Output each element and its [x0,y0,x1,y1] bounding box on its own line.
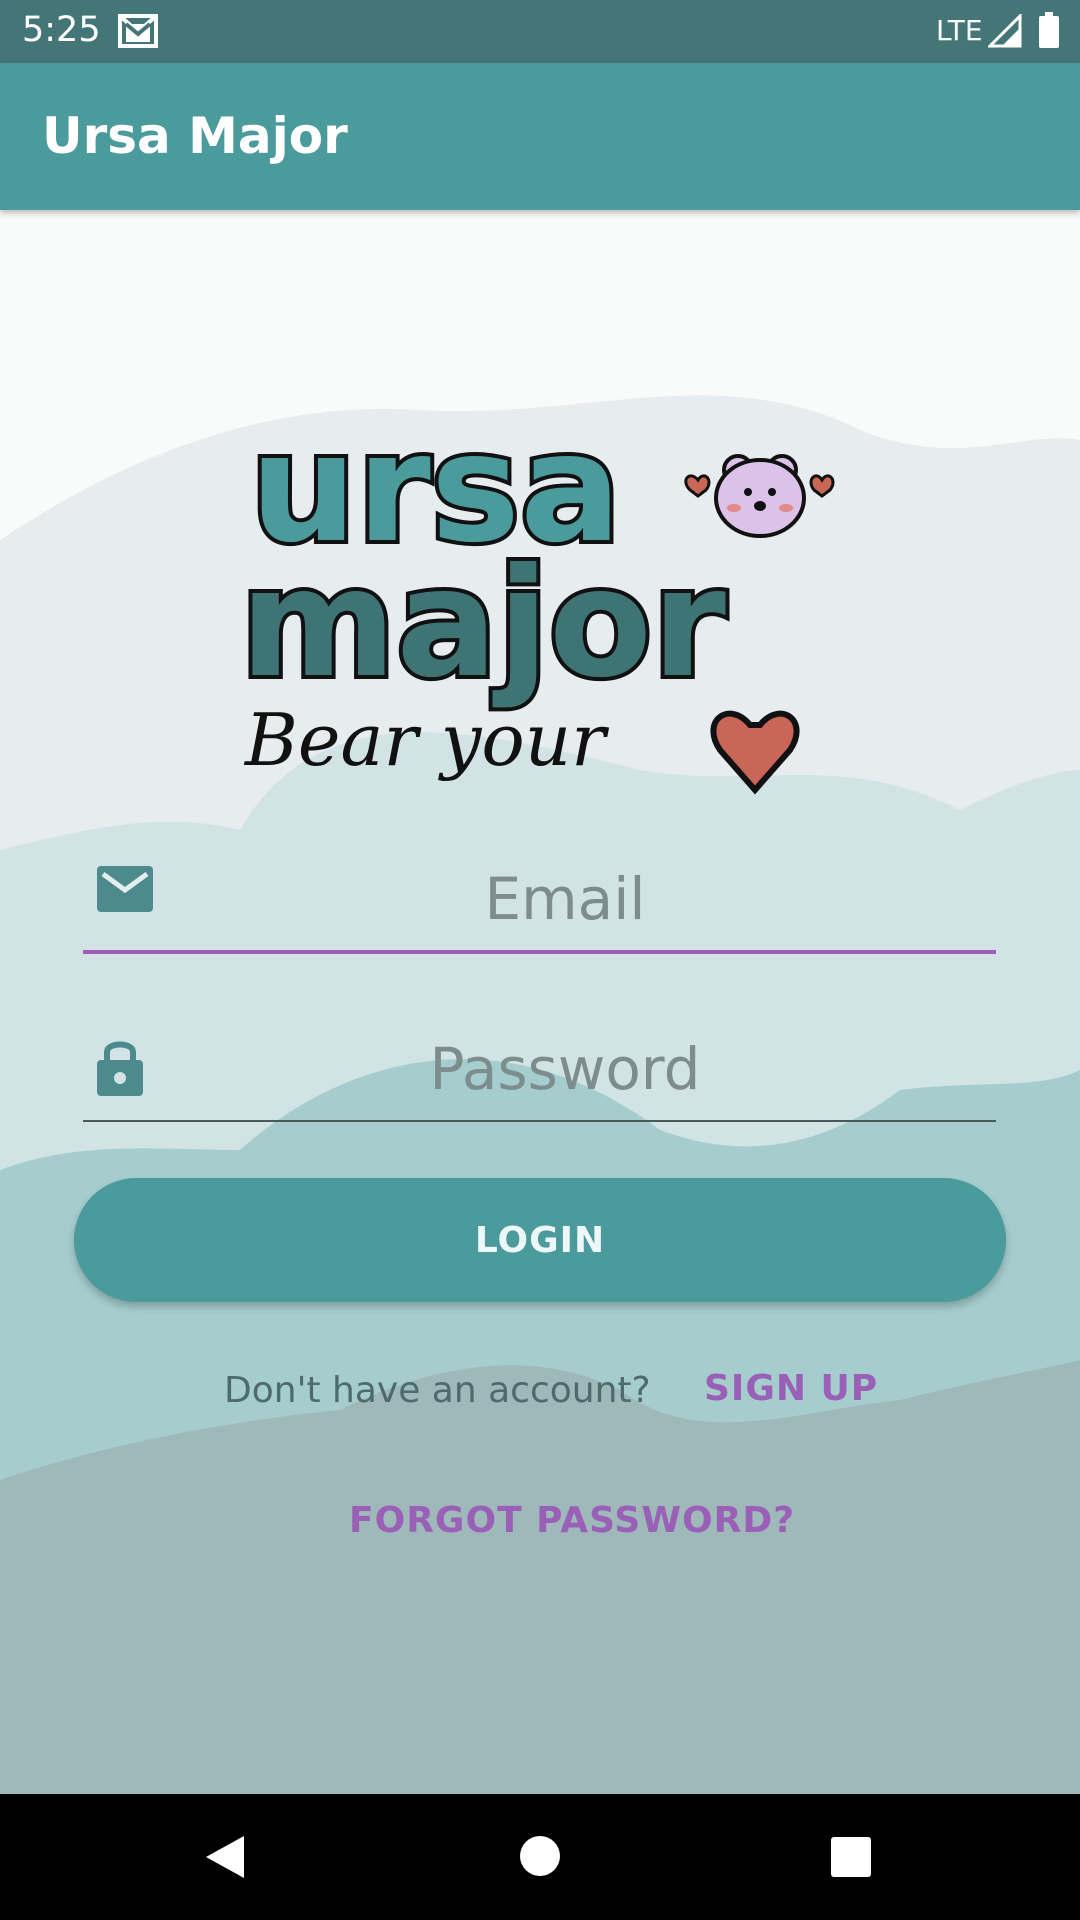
email-icon [97,866,153,916]
network-type: LTE [936,14,983,47]
login-button[interactable]: LOGIN [74,1178,1006,1302]
gmail-icon [118,14,158,52]
signal-icon [986,12,1022,52]
status-bar: 5:25 LTE [0,0,1080,63]
recents-icon[interactable] [830,1836,872,1882]
svg-text:major: major [240,537,726,711]
email-input[interactable] [173,850,957,948]
password-field[interactable] [83,1020,996,1122]
status-time: 5:25 [22,10,101,50]
forgot-password-link[interactable]: FORGOT PASSWORD? [349,1500,795,1541]
no-account-text: Don't have an account? [224,1370,651,1411]
email-field[interactable] [83,850,996,954]
home-icon[interactable] [518,1834,562,1882]
app-bar: Ursa Major [0,63,1080,210]
login-screen: ursa major Bear your Email LOGIN Don't h… [0,210,1080,1794]
signup-link[interactable]: SIGN UP [704,1368,878,1409]
ursa-major-logo: ursa major Bear your [236,420,835,795]
password-input[interactable] [173,1020,957,1118]
lock-icon [97,1036,143,1100]
svg-text:Bear your: Bear your [243,698,609,782]
navigation-bar [0,1794,1080,1920]
app-title: Ursa Major [42,107,348,165]
back-icon[interactable] [204,1834,246,1884]
battery-icon [1038,12,1060,52]
